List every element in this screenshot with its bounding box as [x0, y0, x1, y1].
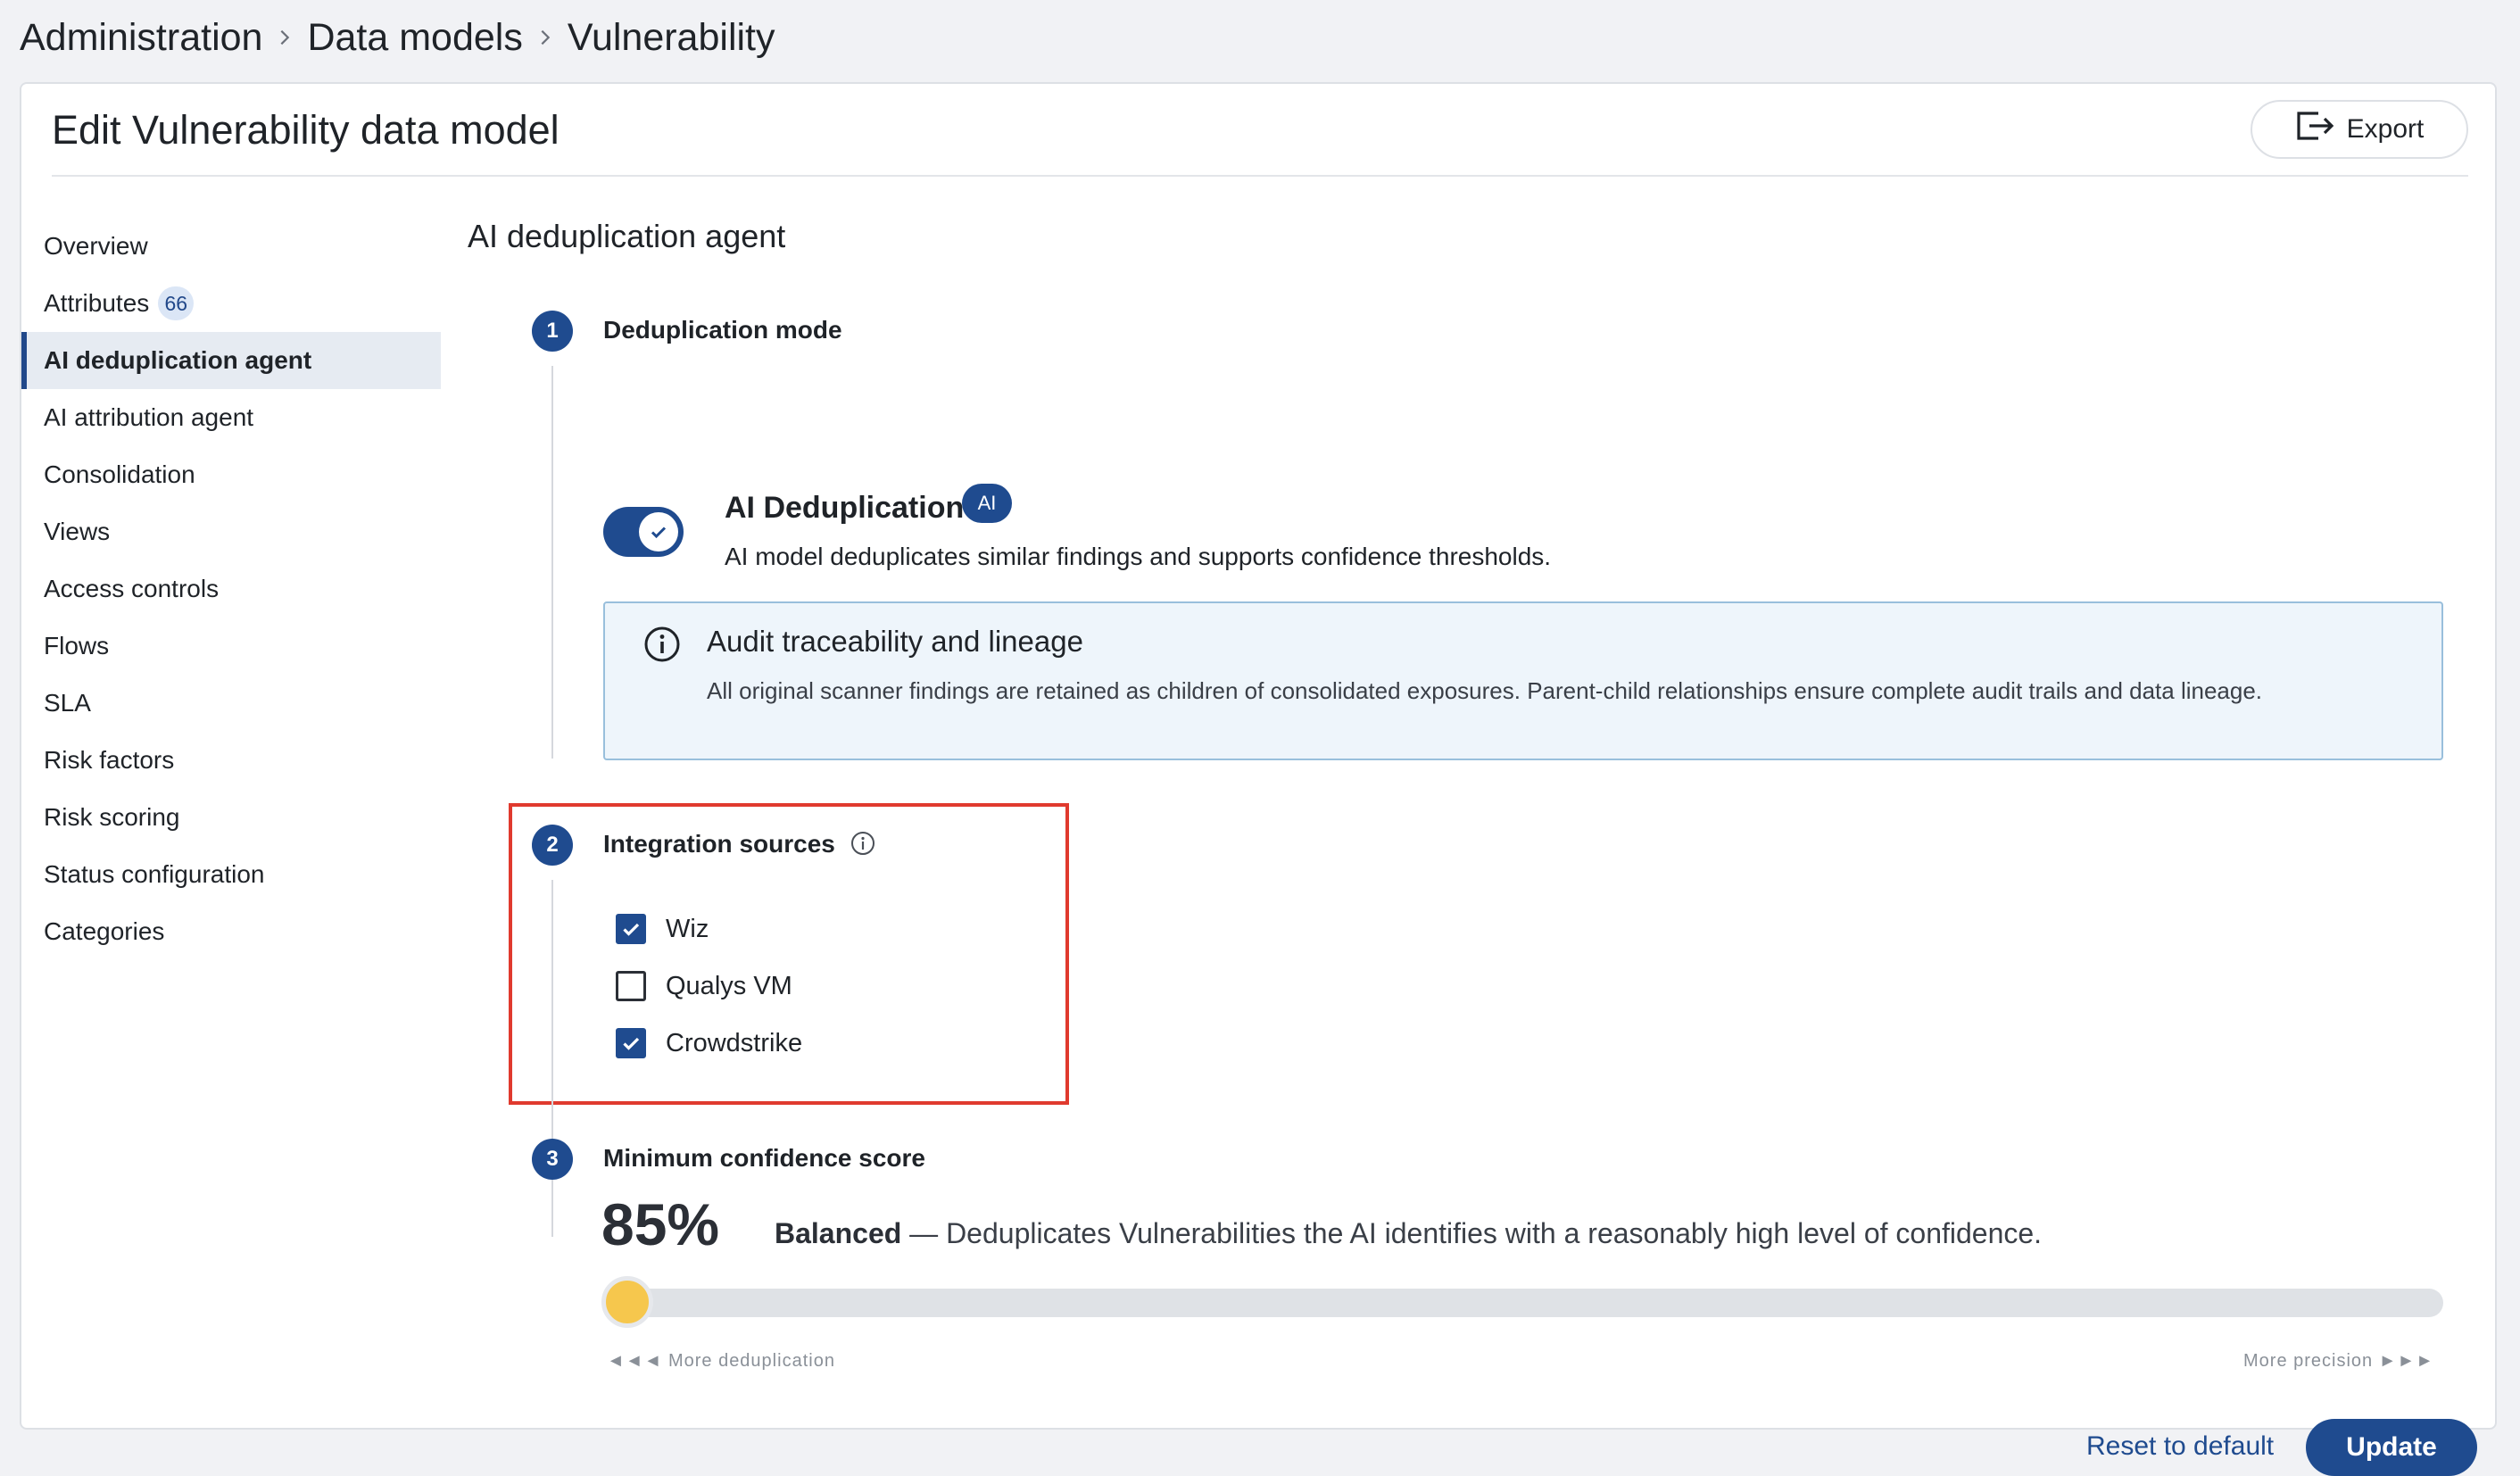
info-icon [644, 626, 680, 662]
export-icon [2295, 110, 2334, 149]
step-3-number: 3 [532, 1139, 573, 1180]
step-connector [551, 366, 553, 759]
sidebar-item-flows[interactable]: Flows [21, 618, 441, 675]
card-header: Edit Vulnerability data model Export [21, 84, 2495, 177]
sidebar-item-overview[interactable]: Overview [21, 218, 441, 275]
sidebar-item-categories[interactable]: Categories [21, 903, 441, 960]
sidebar-item-label: Status configuration [44, 860, 265, 888]
confidence-level: Balanced [775, 1217, 902, 1249]
sidebar-item-label: Categories [44, 917, 165, 945]
confidence-value: 85% [601, 1191, 720, 1257]
ai-deduplication-toggle[interactable] [603, 507, 684, 557]
breadcrumb-administration[interactable]: Administration [20, 16, 262, 60]
step-connector [551, 880, 553, 1237]
sidebar-item-label: SLA [44, 689, 91, 717]
sidebar-item-ai-deduplication-agent[interactable]: AI deduplication agent [21, 332, 441, 389]
breadcrumb-data-models[interactable]: Data models [307, 16, 522, 60]
sidebar-item-attributes[interactable]: Attributes 66 [21, 275, 441, 332]
sidebar-item-access-controls[interactable]: Access controls [21, 560, 441, 618]
source-qualys-vm[interactable]: Qualys VM [616, 971, 792, 1001]
step-3-label: Minimum confidence score [603, 1144, 925, 1172]
sidebar-item-ai-attribution-agent[interactable]: AI attribution agent [21, 389, 441, 446]
sidebar-item-consolidation[interactable]: Consolidation [21, 446, 441, 503]
update-button[interactable]: Update [2306, 1419, 2477, 1476]
ai-badge: AI [962, 484, 1012, 523]
header-divider [52, 175, 2468, 177]
main-content: AI deduplication agent 1 Deduplication m… [468, 218, 2495, 1476]
slider-hint-right: More precision ►►► [2243, 1351, 2435, 1371]
slider-hint-left: ◄◄◄ More deduplication [607, 1351, 835, 1371]
page-title: Edit Vulnerability data model [52, 107, 560, 153]
checkbox-checked-icon [616, 1028, 646, 1058]
source-crowdstrike[interactable]: Crowdstrike [616, 1028, 802, 1058]
confidence-level-desc: — Deduplicates Vulnerabilities the AI id… [901, 1217, 2043, 1249]
sidebar-item-label: Risk factors [44, 746, 175, 774]
sidebar-item-label: Risk scoring [44, 803, 180, 831]
ai-deduplication-title: AI Deduplication [725, 491, 965, 525]
sidebar-item-label: AI attribution agent [44, 403, 254, 431]
sidebar-item-label: Access controls [44, 575, 220, 602]
breadcrumb: Administration Data models Vulnerability [20, 12, 775, 62]
confidence-description: Balanced — Deduplicates Vulnerabilities … [775, 1217, 2042, 1250]
export-button[interactable]: Export [2251, 100, 2468, 159]
step-1-number: 1 [532, 311, 573, 352]
chevron-right-icon [523, 28, 568, 47]
export-label: Export [2346, 114, 2425, 144]
attributes-count-badge: 66 [158, 286, 195, 320]
step-2-label: Integration sources [603, 830, 835, 858]
sidebar-item-sla[interactable]: SLA [21, 675, 441, 732]
sidebar-item-label: Attributes [44, 289, 150, 317]
ai-deduplication-description: AI model deduplicates similar findings a… [725, 543, 1552, 570]
source-label: Wiz [666, 914, 709, 943]
section-title: AI deduplication agent [468, 218, 786, 254]
info-title: Audit traceability and lineage [707, 625, 1083, 658]
info-text: All original scanner findings are retain… [707, 677, 2263, 704]
source-label: Crowdstrike [666, 1028, 803, 1057]
sidebar-item-risk-scoring[interactable]: Risk scoring [21, 789, 441, 846]
confidence-slider-thumb[interactable] [601, 1276, 653, 1328]
check-icon [639, 512, 678, 551]
edit-data-model-card: Edit Vulnerability data model Export Ove… [20, 82, 2497, 1476]
reset-to-default-button[interactable]: Reset to default [2086, 1431, 2274, 1462]
confidence-slider-track[interactable] [603, 1289, 2443, 1317]
sidebar-item-label: AI deduplication agent [44, 346, 312, 374]
sidebar-nav: Overview Attributes 66 AI deduplication … [21, 218, 441, 960]
sidebar-item-label: Flows [44, 632, 110, 659]
source-label: Qualys VM [666, 971, 792, 1000]
chevron-right-icon [262, 28, 307, 47]
sidebar-item-label: Consolidation [44, 460, 195, 488]
source-wiz[interactable]: Wiz [616, 914, 709, 944]
checkbox-checked-icon [616, 914, 646, 944]
breadcrumb-vulnerability: Vulnerability [567, 15, 775, 59]
audit-info-box: Audit traceability and lineage All origi… [603, 601, 2443, 760]
sidebar-item-label: Views [44, 518, 111, 545]
sidebar-item-views[interactable]: Views [21, 503, 441, 560]
sidebar-item-risk-factors[interactable]: Risk factors [21, 732, 441, 789]
step-1-label: Deduplication mode [603, 316, 842, 344]
step-2-number: 2 [532, 825, 573, 866]
sidebar-item-label: Overview [44, 232, 148, 260]
checkbox-unchecked-icon [616, 971, 646, 1001]
sidebar-item-status-configuration[interactable]: Status configuration [21, 846, 441, 903]
info-icon[interactable] [850, 830, 876, 857]
